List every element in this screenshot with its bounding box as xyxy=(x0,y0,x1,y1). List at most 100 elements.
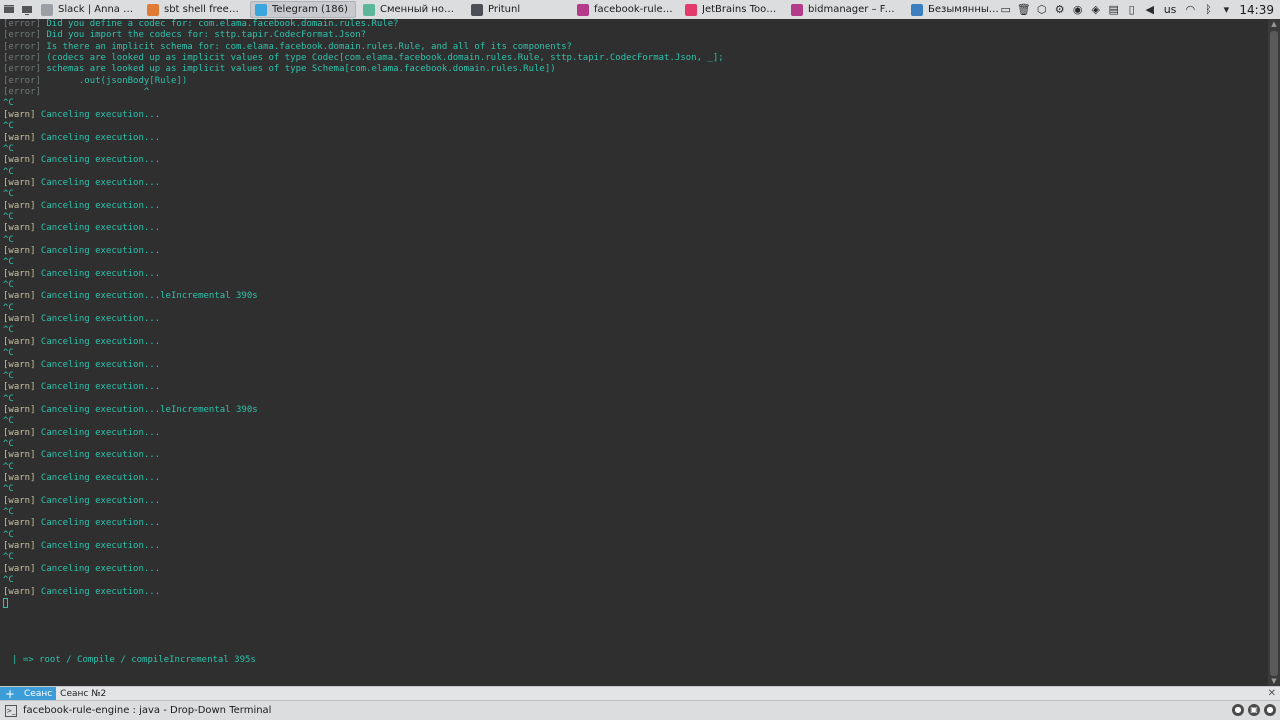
window-icon[interactable]: ▭ xyxy=(997,0,1015,19)
scrollbar-thumb[interactable] xyxy=(1270,31,1278,676)
close-window-button[interactable]: ● xyxy=(1264,704,1276,716)
interrupt-text: ^C xyxy=(3,552,14,563)
app-icon xyxy=(363,3,375,16)
interrupt-text: ^C xyxy=(3,280,14,291)
close-tab-icon[interactable]: ✕ xyxy=(1268,688,1276,699)
warn-line: [warn] Canceling execution...leIncrement… xyxy=(3,291,258,302)
interrupt-text: ^C xyxy=(3,393,14,404)
warn-tag: [warn] xyxy=(3,132,36,143)
application-menu-button[interactable] xyxy=(0,0,18,19)
app-icon xyxy=(791,3,803,16)
taskbar-task[interactable]: Pritunl xyxy=(466,1,570,18)
warn-text: Canceling execution... xyxy=(35,541,161,552)
taskbar-task-label: Slack | Anna Pono… xyxy=(58,4,135,15)
warn-line: [warn] Canceling execution... xyxy=(3,246,160,257)
new-session-button[interactable]: + xyxy=(0,687,20,701)
interrupt-text: ^C xyxy=(3,507,14,518)
app-icon xyxy=(471,3,483,16)
warn-text: Canceling execution... xyxy=(35,268,161,279)
scroll-down-icon[interactable]: ▼ xyxy=(1268,676,1280,686)
warn-line: [warn] Canceling execution... xyxy=(3,223,160,234)
interrupt-line: ^C xyxy=(3,530,14,541)
interrupt-line: ^C xyxy=(3,144,14,155)
scroll-up-icon[interactable]: ▲ xyxy=(1268,19,1280,29)
taskbar-task-label: Безымянный* — S… xyxy=(928,4,1005,15)
error-tag: [error] xyxy=(3,53,41,64)
error-line: [error] Is there an implicit schema for:… xyxy=(3,42,572,53)
warn-text: Canceling execution... xyxy=(35,382,161,393)
app-icon xyxy=(911,3,923,16)
warn-text: Canceling execution... xyxy=(35,473,161,483)
warn-line: [warn] Canceling execution... xyxy=(3,314,160,325)
warn-text: Canceling execution... xyxy=(35,177,161,188)
interrupt-text: ^C xyxy=(3,234,14,245)
interrupt-line: ^C xyxy=(3,121,14,132)
settings-icon[interactable]: ⚙ xyxy=(1051,0,1069,19)
taskbar-task-label: Сменный носител… xyxy=(380,4,459,15)
error-tag: [error] xyxy=(3,64,41,75)
taskbar-task[interactable]: bidmanager – Face… xyxy=(786,1,904,18)
interrupt-line: ^C xyxy=(3,462,14,473)
warn-tag: [warn] xyxy=(3,200,36,211)
dropbox-icon[interactable]: ⬡ xyxy=(1033,0,1051,19)
volume-icon[interactable]: ◀ xyxy=(1141,0,1159,19)
interrupt-line: ^C xyxy=(3,507,14,518)
taskbar-task[interactable]: Сменный носител… xyxy=(358,1,464,18)
clipboard-icon[interactable]: ▤ xyxy=(1105,0,1123,19)
warn-tag: [warn] xyxy=(3,518,36,529)
warn-tag: [warn] xyxy=(3,495,36,506)
clock[interactable]: 14:39 xyxy=(1235,3,1280,17)
warn-line: [warn] Canceling execution...leIncrement… xyxy=(3,405,258,416)
interrupt-text: ^C xyxy=(3,461,14,472)
warn-line: [warn] Canceling execution... xyxy=(3,337,160,348)
warn-line: [warn] Canceling execution... xyxy=(3,178,160,189)
terminal-output[interactable]: [error] Did you define a codec for: com.… xyxy=(0,19,1268,686)
interrupt-line: ^C xyxy=(3,189,14,200)
session-tab[interactable]: Сеанс №2 xyxy=(56,687,110,700)
interrupt-text: ^C xyxy=(3,484,14,495)
session-tab[interactable]: Сеанс xyxy=(20,687,57,700)
interrupt-line: ^C xyxy=(3,303,14,314)
interrupt-line: ^C xyxy=(3,394,14,405)
taskbar-task[interactable]: sbt shell freeze … xyxy=(142,1,248,18)
warn-tag: [warn] xyxy=(3,359,36,370)
taskbar-task[interactable]: JetBrains Toolbox xyxy=(680,1,784,18)
warn-line: [warn] Canceling execution... xyxy=(3,360,160,371)
warn-tag: [warn] xyxy=(3,382,36,393)
taskbar-task[interactable]: Slack | Anna Pono… xyxy=(36,1,140,18)
network-icon[interactable]: ◈ xyxy=(1087,0,1105,19)
phone-icon[interactable]: ▯ xyxy=(1123,0,1141,19)
warn-text: Canceling execution... xyxy=(35,246,161,256)
warn-text: Canceling execution... xyxy=(35,427,161,438)
bluetooth-icon[interactable]: ᛒ xyxy=(1199,0,1217,19)
warn-text: Canceling execution... xyxy=(35,200,161,211)
taskbar-task[interactable]: Telegram (186) xyxy=(250,1,356,18)
interrupt-line: ^C xyxy=(3,552,14,563)
maximize-button[interactable]: ▣ xyxy=(1248,704,1260,716)
terminal-scrollbar[interactable]: ▲ ▼ xyxy=(1268,19,1280,686)
wifi-icon[interactable]: ◠ xyxy=(1181,0,1199,19)
skype-icon[interactable]: ◉ xyxy=(1069,0,1087,19)
keyboard-layout[interactable]: us xyxy=(1159,3,1182,16)
warn-line: [warn] Canceling execution... xyxy=(3,564,160,575)
warn-line: [warn] Canceling execution... xyxy=(3,450,160,461)
warn-line: [warn] Canceling execution... xyxy=(3,587,160,598)
show-desktop-button[interactable] xyxy=(18,0,36,19)
error-tag: [error] xyxy=(3,87,41,98)
warn-tag: [warn] xyxy=(3,223,36,234)
taskbar-task[interactable]: facebook-rule-engi… xyxy=(572,1,678,18)
taskbar-task-label: bidmanager – Face… xyxy=(808,4,899,15)
trash-icon[interactable]: 🗑 xyxy=(1015,0,1033,19)
warn-text: Canceling execution... xyxy=(35,109,161,120)
interrupt-text: ^C xyxy=(3,98,14,109)
error-line: [error] Did you define a codec for: com.… xyxy=(3,19,399,30)
tray-expand-icon[interactable]: ▾ xyxy=(1217,0,1235,19)
session-tab-bar: + Сеанс Сеанс №2 ✕ xyxy=(0,686,1280,701)
warn-tag: [warn] xyxy=(3,109,36,120)
warn-tag: [warn] xyxy=(3,246,36,256)
error-text: .out(jsonBody[Rule]) xyxy=(40,75,188,86)
taskbar-task[interactable]: Безымянный* — S… xyxy=(906,1,1010,18)
keep-above-button[interactable]: ● xyxy=(1232,704,1244,716)
warn-text: Canceling execution... xyxy=(35,495,161,506)
warn-text: Canceling execution... xyxy=(35,155,161,166)
